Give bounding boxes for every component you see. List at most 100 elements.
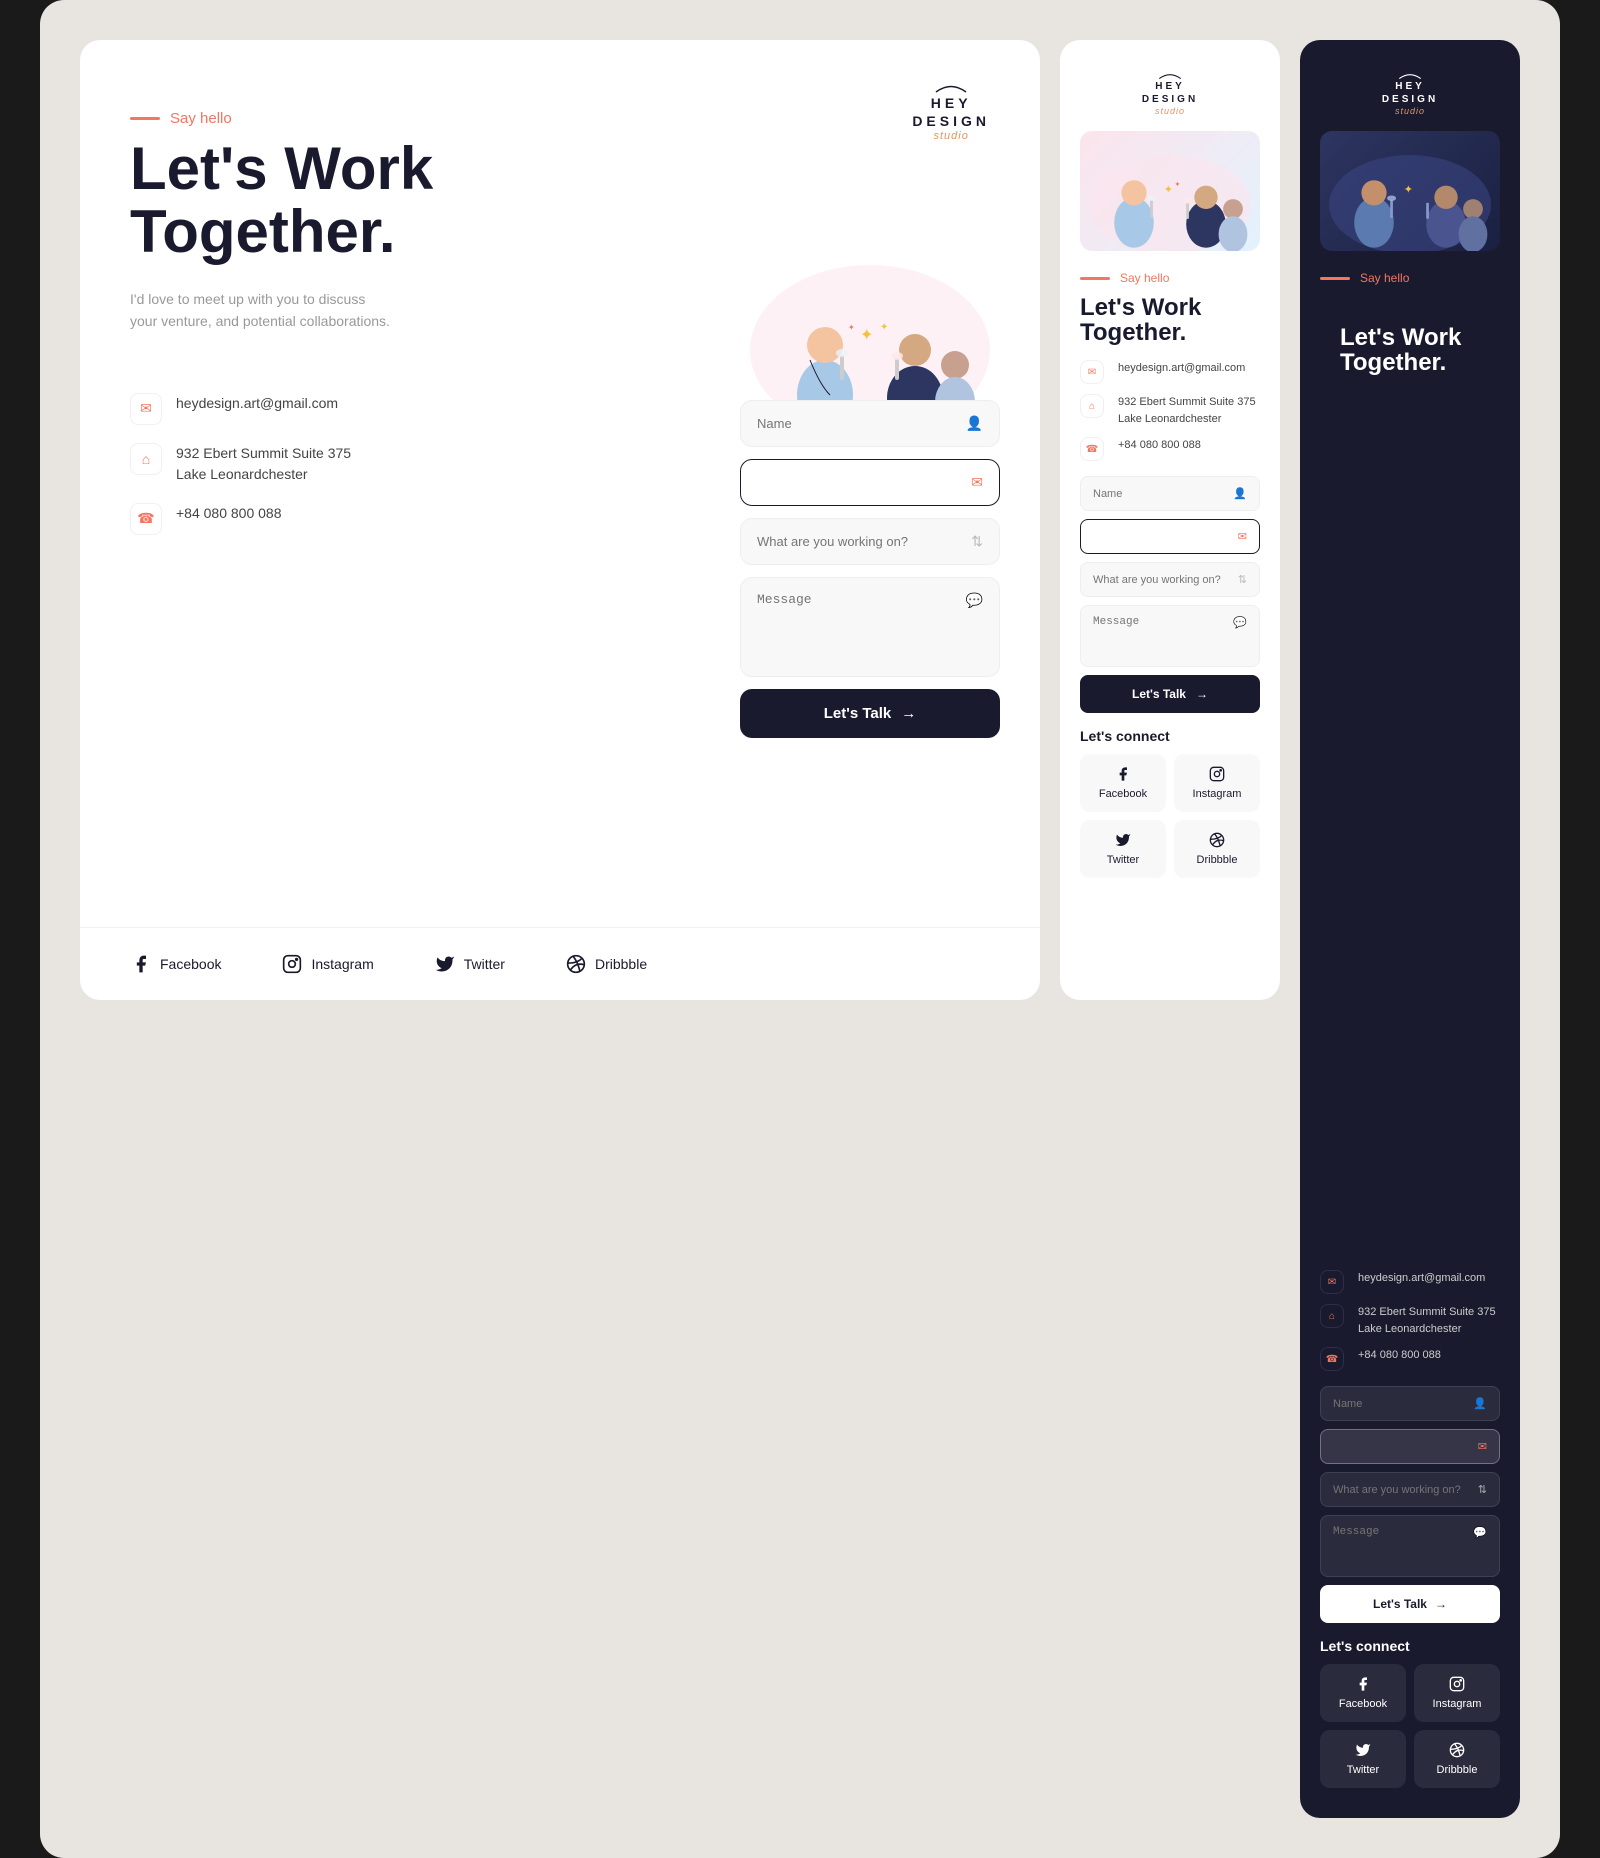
instagram-grid-icon xyxy=(1209,766,1225,782)
brand-studio-dark: studio xyxy=(1395,106,1425,116)
illustration-medium: ✦ ✦ xyxy=(1080,131,1260,251)
email-field[interactable]: heydesign.art@gmail.com ✉ xyxy=(740,459,1000,506)
facebook-dark-item[interactable]: Facebook xyxy=(1320,1664,1406,1722)
facebook-link[interactable]: Facebook xyxy=(130,953,221,975)
project-field[interactable]: ⇅ xyxy=(740,518,1000,565)
address-icon: ⌂ xyxy=(130,443,162,475)
logo-arch-dark-icon xyxy=(1395,70,1425,80)
project-field-dark[interactable]: ⇅ xyxy=(1320,1472,1500,1507)
logo-dark: HEYDESIGN studio xyxy=(1320,70,1500,116)
email-input-medium[interactable]: heydesign.art@gmail.com xyxy=(1093,531,1238,543)
social-bar: Facebook Instagram Twitter Dribbble xyxy=(80,927,1040,1000)
card-large: HEYDESIGN studio Say hello Let's WorkTog… xyxy=(80,40,1040,1000)
phone-item-dark: ☎ +84 080 800 088 xyxy=(1320,1347,1500,1371)
message-field-medium[interactable]: 💬 xyxy=(1080,605,1260,667)
facebook-grid-item[interactable]: Facebook xyxy=(1080,754,1166,812)
twitter-dark-item[interactable]: Twitter xyxy=(1320,1730,1406,1788)
heading-dark: Let's WorkTogether. xyxy=(1320,295,1520,1255)
brand-name-medium: HEYDESIGN xyxy=(1142,80,1198,106)
instagram-dark-icon xyxy=(1449,1676,1465,1692)
dribbble-link[interactable]: Dribbble xyxy=(565,953,647,975)
instagram-link[interactable]: Instagram xyxy=(281,953,373,975)
name-input-medium[interactable] xyxy=(1093,488,1233,500)
address-item-dark: ⌂ 932 Ebert Summit Suite 375Lake Leonard… xyxy=(1320,1304,1500,1337)
email-item-dark: ✉ heydesign.art@gmail.com xyxy=(1320,1270,1500,1294)
project-input[interactable] xyxy=(757,534,971,549)
instagram-grid-item[interactable]: Instagram xyxy=(1174,754,1260,812)
brand-name: HEYDESIGN xyxy=(912,94,990,130)
logo-arch-icon xyxy=(931,80,971,94)
connect-title-medium: Let's connect xyxy=(1080,728,1260,744)
social-grid-medium: Facebook Instagram Twitter Dribbble xyxy=(1080,754,1260,878)
brand-studio: studio xyxy=(933,130,968,143)
twitter-dark-icon xyxy=(1355,1742,1371,1758)
svg-text:✦: ✦ xyxy=(848,323,855,332)
brand-name-dark: HEYDESIGN xyxy=(1382,80,1438,106)
message-icon-medium: 💬 xyxy=(1233,616,1247,629)
lets-talk-button-dark[interactable]: Let's Talk → xyxy=(1320,1585,1500,1623)
message-field[interactable]: 💬 xyxy=(740,577,1000,677)
twitter-grid-item[interactable]: Twitter xyxy=(1080,820,1166,878)
svg-text:✦: ✦ xyxy=(1175,180,1181,189)
phone-item-medium: ☎ +84 080 800 088 xyxy=(1080,437,1260,461)
email-text-medium: heydesign.art@gmail.com xyxy=(1118,360,1245,377)
twitter-link[interactable]: Twitter xyxy=(434,953,505,975)
email-input-dark[interactable]: heydesign.art@gmail.com xyxy=(1333,1441,1478,1453)
project-input-medium[interactable] xyxy=(1093,574,1238,586)
user-icon: 👤 xyxy=(966,415,983,432)
say-hello-text-dark: Say hello xyxy=(1360,271,1409,285)
name-field-dark[interactable]: 👤 xyxy=(1320,1386,1500,1421)
name-field[interactable]: 👤 xyxy=(740,400,1000,447)
say-hello-section: Say hello xyxy=(130,110,990,127)
chevron-icon-dark: ⇅ xyxy=(1478,1483,1487,1496)
user-icon-dark: 👤 xyxy=(1473,1397,1487,1410)
heading-medium: Let's WorkTogether. xyxy=(1080,295,1260,345)
svg-text:✦: ✦ xyxy=(880,322,888,333)
phone-icon-dark: ☎ xyxy=(1320,1347,1344,1371)
lets-talk-button-medium[interactable]: Let's Talk → xyxy=(1080,675,1260,713)
phone-text-dark: +84 080 800 088 xyxy=(1358,1347,1441,1364)
message-input-dark[interactable] xyxy=(1333,1526,1473,1566)
name-input-dark[interactable] xyxy=(1333,1398,1473,1410)
email-field-icon: ✉ xyxy=(971,474,983,491)
say-hello-medium: Say hello xyxy=(1080,271,1260,285)
address-item-medium: ⌂ 932 Ebert Summit Suite 375Lake Leonard… xyxy=(1080,394,1260,427)
card-medium: HEYDESIGN studio ✦ ✦ xyxy=(1060,40,1280,1000)
email-field-dark[interactable]: heydesign.art@gmail.com ✉ xyxy=(1320,1429,1500,1464)
message-field-dark[interactable]: 💬 xyxy=(1320,1515,1500,1577)
chevron-icon: ⇅ xyxy=(971,533,983,550)
app-wrapper: HEYDESIGN studio Say hello Let's WorkTog… xyxy=(40,0,1560,1858)
say-hello-text-medium: Say hello xyxy=(1120,271,1169,285)
message-input-medium[interactable] xyxy=(1093,616,1233,656)
email-field-medium[interactable]: heydesign.art@gmail.com ✉ xyxy=(1080,519,1260,554)
logo-arch-medium-icon xyxy=(1155,70,1185,80)
instagram-icon xyxy=(281,953,303,975)
instagram-dark-item[interactable]: Instagram xyxy=(1414,1664,1500,1722)
message-icon: 💬 xyxy=(966,592,983,609)
dark-illus-svg: ✦ xyxy=(1320,131,1500,251)
dribbble-dark-item[interactable]: Dribbble xyxy=(1414,1730,1500,1788)
address-text: 932 Ebert Summit Suite 375Lake Leonardch… xyxy=(176,443,351,485)
email-icon-dark: ✉ xyxy=(1320,1270,1344,1294)
project-field-medium[interactable]: ⇅ xyxy=(1080,562,1260,597)
say-hello-text: Say hello xyxy=(170,110,232,127)
twitter-icon xyxy=(434,953,456,975)
phone-icon-medium: ☎ xyxy=(1080,437,1104,461)
form-medium: 👤 heydesign.art@gmail.com ✉ ⇅ 💬 Let's Ta… xyxy=(1080,476,1260,713)
address-icon-medium: ⌂ xyxy=(1080,394,1104,418)
message-input[interactable] xyxy=(757,592,966,662)
sub-text: I'd love to meet up with you to discuss … xyxy=(130,288,390,333)
project-input-dark[interactable] xyxy=(1333,1484,1478,1496)
name-input[interactable] xyxy=(757,416,966,431)
email-icon-medium: ✉ xyxy=(1080,360,1104,384)
twitter-grid-icon xyxy=(1115,832,1131,848)
svg-text:✦: ✦ xyxy=(1164,184,1173,196)
say-hello-line xyxy=(130,117,160,120)
form-dark: 👤 heydesign.art@gmail.com ✉ ⇅ 💬 Let's Ta… xyxy=(1320,1386,1500,1623)
email-input[interactable]: heydesign.art@gmail.com xyxy=(757,475,971,490)
dribbble-icon xyxy=(565,953,587,975)
lets-talk-button[interactable]: Let's Talk → xyxy=(740,689,1000,738)
svg-text:✦: ✦ xyxy=(860,327,873,344)
name-field-medium[interactable]: 👤 xyxy=(1080,476,1260,511)
dribbble-grid-item[interactable]: Dribbble xyxy=(1174,820,1260,878)
